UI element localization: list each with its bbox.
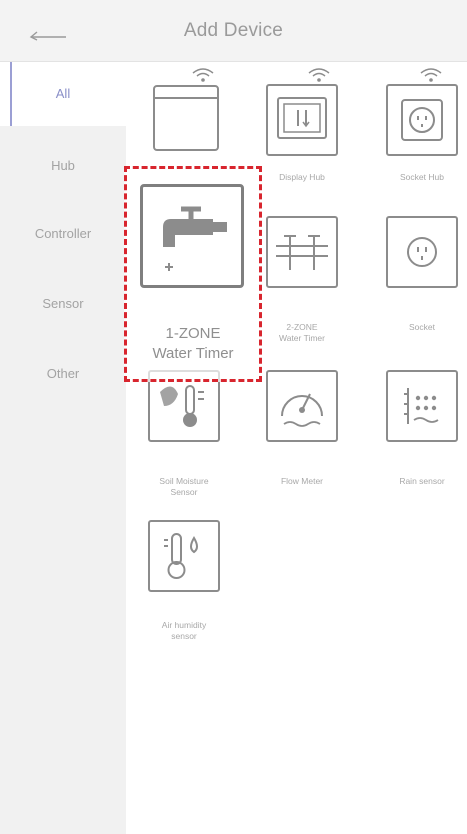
window-hub-icon — [153, 85, 219, 151]
device-label-socket-hub: Socket Hub — [400, 172, 444, 182]
category-sidebar: All Hub Controller Sensor Other — [0, 62, 126, 834]
device-label-socket: Socket — [409, 322, 435, 332]
device-label-line1: 1-ZONE — [165, 325, 221, 342]
dual-valve-icon — [276, 235, 328, 270]
sidebar-item-controller[interactable]: Controller — [0, 202, 126, 266]
device-label-rain-sensor: Rain sensor — [399, 476, 445, 486]
sidebar-item-hub[interactable]: Hub — [0, 134, 126, 198]
soil-thermometer-icon — [160, 385, 204, 427]
device-tile-1-zone-water-timer[interactable] — [140, 184, 244, 288]
device-label-line1: 2-ZONE — [286, 322, 318, 332]
device-tile-socket-hub[interactable] — [386, 84, 458, 156]
faucet-icon — [163, 206, 227, 271]
page-title: Add Device — [183, 20, 284, 41]
socket-hub-icon — [401, 99, 443, 141]
sidebar-item-sensor[interactable]: Sensor — [0, 272, 126, 336]
wifi-icon — [308, 68, 330, 82]
device-label-line2: Water Timer — [279, 333, 325, 343]
device-label-soil-moisture-sensor: Soil Moisture Sensor — [134, 476, 234, 498]
device-tile-socket[interactable] — [386, 216, 458, 288]
display-hub-icon — [277, 97, 327, 139]
device-tile-2-zone-water-timer[interactable] — [266, 216, 338, 288]
device-label-line2: Water Timer — [152, 345, 234, 362]
device-tile-air-humidity-sensor[interactable] — [148, 520, 220, 592]
device-tile-rain-sensor[interactable] — [386, 370, 458, 442]
humidity-thermometer-icon — [164, 533, 198, 579]
sidebar-item-other[interactable]: Other — [0, 342, 126, 406]
rain-sensor-icon — [404, 388, 439, 424]
device-label-2-zone-water-timer: 2-ZONE Water Timer — [252, 322, 352, 344]
device-tile-display-hub[interactable] — [266, 84, 338, 156]
device-tile-flow-meter[interactable] — [266, 370, 338, 442]
device-label-line2: Sensor — [170, 487, 198, 497]
device-label-display-hub: Display Hub — [279, 172, 325, 182]
device-tile-window-hub[interactable] — [152, 84, 224, 156]
device-label-line1: Air humidity — [161, 620, 207, 630]
header-bar: Add Device — [0, 0, 467, 62]
device-label-line1: Soil Moisture — [159, 476, 209, 486]
sidebar-item-all[interactable]: All — [0, 62, 126, 126]
device-label-line2: sensor — [171, 631, 197, 641]
wifi-icon — [420, 68, 442, 82]
socket-icon — [407, 237, 437, 267]
wifi-icon — [192, 68, 214, 82]
device-label-flow-meter: Flow Meter — [280, 476, 324, 486]
device-label-air-humidity-sensor: Air humidity sensor — [134, 620, 234, 642]
device-label-1-zone-water-timer: 1-ZONE Water Timer — [124, 324, 262, 364]
gauge-icon — [281, 393, 323, 427]
